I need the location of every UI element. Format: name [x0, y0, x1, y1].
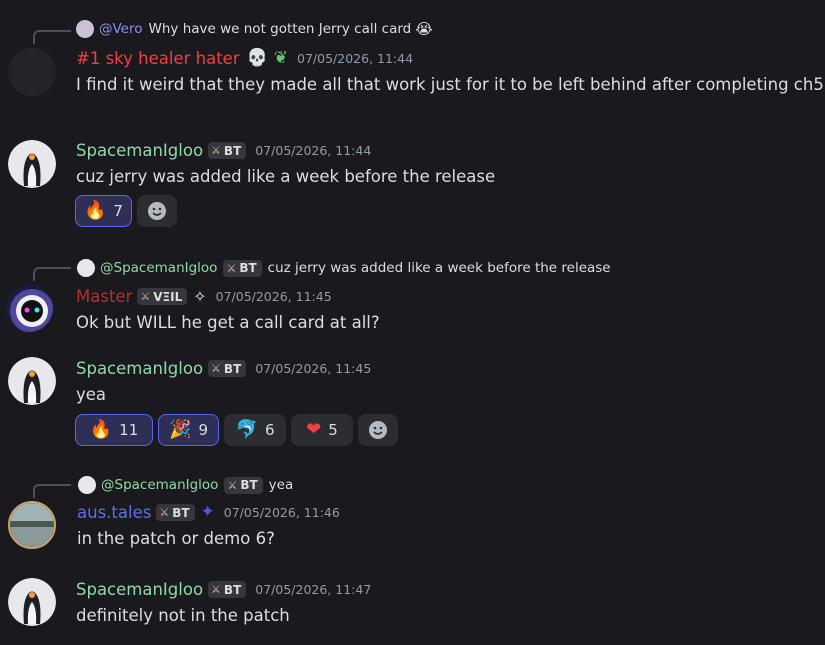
- sword-icon: ⚔: [140, 290, 151, 303]
- reply-author[interactable]: @Vero: [99, 21, 143, 37]
- message-text: cuz jerry was added like a week before t…: [76, 167, 496, 186]
- message-text: definitely not in the patch: [76, 606, 290, 625]
- reaction-count: 9: [198, 421, 208, 439]
- timestamp: 07/05/2026, 11:45: [255, 361, 372, 376]
- sword-icon: ⚔: [226, 261, 237, 275]
- mask-avatar-icon: [5, 284, 53, 332]
- reaction-count: 7: [113, 202, 123, 220]
- username[interactable]: #1 sky healer hater: [76, 49, 240, 68]
- timestamp: 07/05/2026, 11:44: [297, 51, 414, 66]
- reaction-button[interactable]: ❤ 5: [291, 414, 353, 446]
- message-header: Master ⚔ VΞIL ✧ 07/05/2026, 11:45: [76, 287, 332, 306]
- penguin-avatar-icon: [8, 578, 56, 626]
- server-tag: ⚔ BT: [223, 259, 262, 277]
- sword-icon: ⚔: [211, 144, 221, 157]
- add-reaction-button[interactable]: [358, 414, 398, 446]
- tag-label: BT: [239, 261, 257, 275]
- username[interactable]: aus.tales: [77, 503, 151, 522]
- message-text: yea: [76, 385, 107, 404]
- reaction-bar: 🔥 11 🎉 9 🐬 6 ❤ 5: [75, 414, 398, 446]
- server-tag[interactable]: ⚔ BT: [208, 360, 247, 377]
- reply-preview[interactable]: @SpacemanIgloo ⚔ BT cuz jerry was added l…: [77, 259, 611, 277]
- message-header: SpacemanIgloo ⚔ BT 07/05/2026, 11:47: [76, 580, 371, 599]
- fire-icon: 🔥: [89, 419, 113, 440]
- username[interactable]: SpacemanIgloo: [76, 141, 203, 160]
- reaction-count: 6: [264, 421, 275, 439]
- heart-icon: ❤: [306, 419, 322, 440]
- reaction-button[interactable]: 🔥 7: [75, 195, 132, 227]
- skull-icon: 💀: [246, 48, 268, 68]
- avatar[interactable]: [8, 357, 56, 405]
- fire-icon: 🔥: [84, 200, 107, 221]
- dolphin-icon: 🐬: [235, 419, 258, 440]
- username[interactable]: SpacemanIgloo: [76, 359, 203, 378]
- party-popper-icon: 🎉: [169, 419, 192, 440]
- reply-text: cuz jerry was added like a week before t…: [267, 260, 611, 276]
- reply-author[interactable]: @SpacemanIgloo: [100, 260, 217, 276]
- reply-connector: [33, 267, 71, 281]
- sword-icon: ⚔: [227, 478, 238, 492]
- timestamp: 07/05/2026, 11:46: [223, 505, 340, 520]
- reply-avatar: [76, 20, 94, 38]
- reply-preview[interactable]: @SpacemanIgloo ⚔ BT yea: [78, 476, 293, 494]
- reply-avatar: [78, 476, 96, 494]
- add-reaction-button[interactable]: [136, 195, 177, 227]
- reply-text: Why have we not gotten Jerry call card: [148, 21, 412, 37]
- tag-label: BT: [223, 143, 242, 158]
- timestamp: 07/05/2026, 11:47: [255, 582, 372, 597]
- message-header: SpacemanIgloo ⚔ BT 07/05/2026, 11:44: [76, 141, 371, 160]
- username[interactable]: Master: [76, 287, 132, 306]
- server-tag[interactable]: ⚔ BT: [208, 581, 247, 598]
- sword-icon: ⚔: [211, 583, 221, 596]
- reaction-button[interactable]: 🐬 6: [224, 414, 286, 446]
- penguin-avatar-icon: [8, 140, 56, 188]
- smiley-icon: [147, 202, 166, 220]
- message-header: aus.tales ⚔ BT ✦ 07/05/2026, 11:46: [77, 503, 340, 522]
- message-text: in the patch or demo 6?: [77, 529, 275, 548]
- reply-author[interactable]: @SpacemanIgloo: [101, 477, 218, 493]
- avatar[interactable]: [8, 140, 56, 188]
- sword-icon: ⚔: [211, 362, 221, 375]
- reply-preview[interactable]: @Vero Why have we not gotten Jerry call …: [76, 20, 433, 38]
- message-text: Ok but WILL he get a call card at all?: [76, 313, 380, 332]
- server-tag[interactable]: ⚔ BT: [208, 142, 247, 159]
- reaction-count: 11: [119, 421, 139, 439]
- avatar[interactable]: [5, 284, 53, 332]
- landscape-avatar-icon: [10, 503, 54, 547]
- tag-label: BT: [223, 582, 242, 597]
- reaction-button[interactable]: 🔥 11: [75, 414, 153, 446]
- sword-icon: ⚔: [159, 506, 170, 519]
- tag-label: BT: [223, 361, 242, 376]
- timestamp: 07/05/2026, 11:44: [255, 143, 372, 158]
- username[interactable]: SpacemanIgloo: [76, 580, 203, 599]
- tag-label: VΞIL: [153, 289, 183, 304]
- reaction-count: 5: [328, 421, 338, 439]
- reply-connector: [33, 30, 71, 44]
- avatar[interactable]: [8, 48, 56, 96]
- server-tag: ⚔ BT: [224, 476, 263, 494]
- avatar[interactable]: [8, 578, 56, 626]
- tag-label: BT: [172, 505, 190, 520]
- message-header: #1 sky healer hater 💀 ❦ 07/05/2026, 11:4…: [76, 49, 413, 68]
- message-header: SpacemanIgloo ⚔ BT 07/05/2026, 11:45: [76, 359, 371, 378]
- tag-label: BT: [240, 478, 258, 492]
- reply-avatar: [77, 259, 95, 277]
- clover-icon: ❦: [273, 48, 289, 68]
- reply-text: yea: [268, 477, 294, 493]
- timestamp: 07/05/2026, 11:45: [215, 289, 332, 304]
- grapes-icon: ✦: [200, 502, 215, 522]
- server-tag[interactable]: ⚔ BT: [156, 504, 195, 521]
- smiley-icon: [369, 421, 387, 439]
- crying-emoji-icon: 😭: [415, 19, 433, 38]
- reply-connector: [33, 484, 71, 498]
- wand-icon: ✧: [193, 286, 207, 306]
- chat-log: @Vero Why have we not gotten Jerry call …: [0, 0, 825, 645]
- penguin-avatar-icon: [8, 357, 56, 405]
- reaction-button[interactable]: 🎉 9: [158, 414, 219, 446]
- reaction-bar: 🔥 7: [75, 195, 177, 227]
- server-tag[interactable]: ⚔ VΞIL: [137, 288, 188, 305]
- avatar[interactable]: [8, 501, 56, 549]
- message-text: I find it weird that they made all that …: [76, 75, 824, 94]
